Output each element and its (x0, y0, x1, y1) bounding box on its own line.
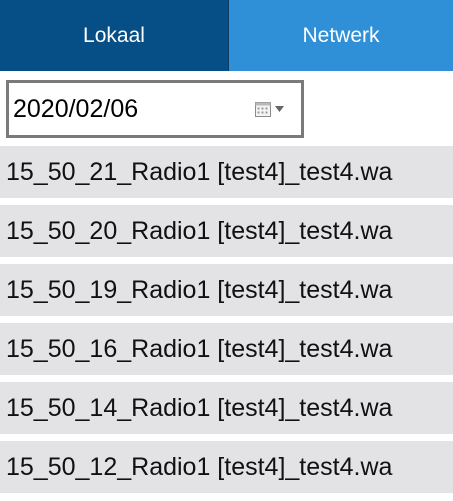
tab-local[interactable]: Lokaal (0, 0, 229, 71)
recordings-panel: Lokaal Netwerk 2020/02/06 15_50_21_Radio… (0, 0, 453, 501)
calendar-dropdown-button[interactable] (255, 97, 293, 121)
list-item[interactable]: 15_50_16_Radio1 [test4]_test4.wa (0, 323, 453, 375)
source-tabs: Lokaal Netwerk (0, 0, 453, 71)
list-item[interactable]: 15_50_12_Radio1 [test4]_test4.wa (0, 441, 453, 493)
list-item[interactable]: 15_50_21_Radio1 [test4]_test4.wa (0, 146, 453, 198)
calendar-icon (255, 101, 271, 117)
list-item[interactable]: 15_50_14_Radio1 [test4]_test4.wa (0, 382, 453, 434)
list-item[interactable]: 15_50_20_Radio1 [test4]_test4.wa (0, 205, 453, 257)
tab-network[interactable]: Netwerk (229, 0, 453, 71)
chevron-down-icon (275, 106, 284, 112)
list-item[interactable]: 15_50_19_Radio1 [test4]_test4.wa (0, 264, 453, 316)
recording-list: 15_50_21_Radio1 [test4]_test4.wa 15_50_2… (0, 146, 453, 501)
date-picker[interactable]: 2020/02/06 (6, 80, 304, 138)
